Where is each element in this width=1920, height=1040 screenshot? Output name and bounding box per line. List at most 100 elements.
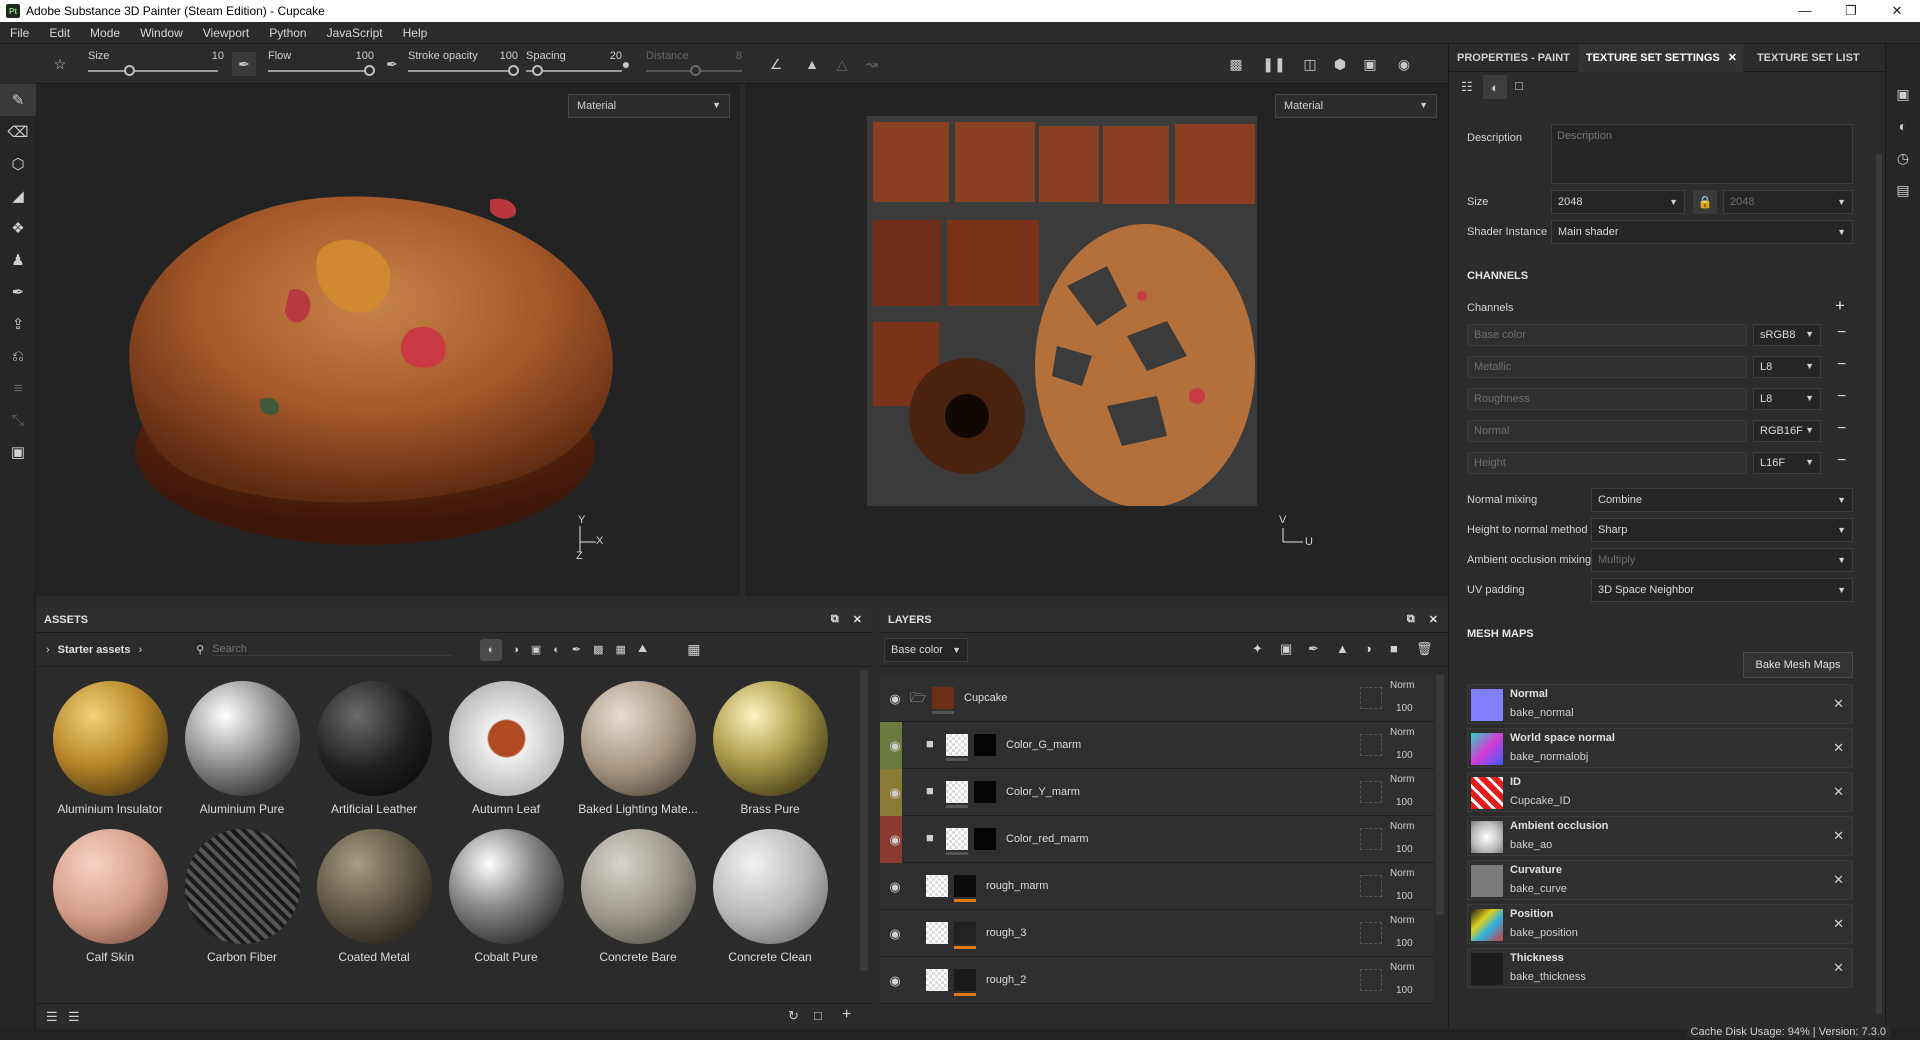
minimize-icon[interactable]: — xyxy=(1782,3,1828,19)
channel-format-select[interactable]: L16F ▼ xyxy=(1753,452,1821,474)
alignment-icon[interactable]: ∠ xyxy=(764,52,788,76)
layer-opacity[interactable]: 100 xyxy=(1396,750,1413,761)
screenshot-icon[interactable]: ▣ xyxy=(0,436,36,468)
mesh-map-row[interactable]: Ambient occlusion bake_ao ✕ xyxy=(1467,816,1853,856)
add-mask-icon[interactable]: ▣ xyxy=(1280,641,1292,657)
asset-item[interactable]: Coated Metal xyxy=(308,825,440,973)
viewport-2d[interactable]: Material ▼ V U xyxy=(745,84,1448,596)
remove-map-icon[interactable]: ✕ xyxy=(1833,784,1844,800)
add-effect-icon[interactable]: ✦ xyxy=(1252,641,1263,657)
menu-python[interactable]: Python xyxy=(259,26,316,40)
remove-map-icon[interactable]: ✕ xyxy=(1833,828,1844,844)
clone-stamp-icon[interactable]: ♟ xyxy=(0,244,36,276)
close-panel-icon[interactable]: ✕ xyxy=(1429,613,1438,626)
asset-item[interactable]: Concrete Bare xyxy=(572,825,704,973)
right-panel-scrollbar[interactable] xyxy=(1876,154,1882,1014)
add-smart-material-icon[interactable]: ◑ xyxy=(1364,641,1372,656)
remove-channel-icon[interactable]: − xyxy=(1837,356,1846,374)
eye-icon[interactable]: ◉ xyxy=(884,910,906,957)
bake-icon[interactable]: ⎌ xyxy=(0,340,36,372)
float-panel-icon[interactable]: ⧉ xyxy=(1407,613,1415,626)
layer-row[interactable]: ◉ ■ Color_Y_marm Norm 100 xyxy=(880,769,1434,816)
assets-breadcrumb[interactable]: Starter assets xyxy=(58,644,131,656)
view-mode-icon[interactable]: ◫ xyxy=(1298,52,1322,76)
asset-item[interactable]: Baked Lighting Mate... xyxy=(572,677,704,825)
stroke-opacity-slider[interactable]: Stroke opacity 100 xyxy=(408,48,522,80)
distance-knob[interactable] xyxy=(690,65,701,76)
flow-knob[interactable] xyxy=(364,65,375,76)
asset-item[interactable]: Aluminium Pure xyxy=(176,677,308,825)
menu-javascript[interactable]: JavaScript xyxy=(317,26,393,40)
tab-texture-set-list[interactable]: TEXTURE SET LIST xyxy=(1749,44,1868,72)
viewport-3d[interactable]: Material ▼ Y X Z xyxy=(36,84,740,596)
layer-blend-mode[interactable]: Norm xyxy=(1390,868,1414,879)
pause-icon[interactable]: ❚❚ xyxy=(1262,52,1286,76)
settings-icon[interactable]: ☷ xyxy=(1461,79,1473,95)
flow-slider[interactable]: Flow 100 xyxy=(268,48,378,80)
asset-item[interactable]: Concrete Clean xyxy=(704,825,836,973)
hide-icon[interactable]: ▩ xyxy=(1224,52,1248,76)
symmetry-icon[interactable]: ▲ xyxy=(800,52,824,76)
add-paint-layer-icon[interactable]: ✒ xyxy=(1308,641,1319,657)
filter-textures-icon[interactable]: ▩ xyxy=(593,643,603,656)
filter-alphas-icon[interactable]: ▦ xyxy=(616,643,626,656)
remove-channel-icon[interactable]: − xyxy=(1837,452,1846,470)
filter-brushes-icon[interactable]: ✒ xyxy=(572,643,581,656)
assets-search-input[interactable] xyxy=(212,643,453,656)
layer-blend-mode[interactable]: Norm xyxy=(1390,915,1414,926)
menu-file[interactable]: File xyxy=(0,26,39,40)
shader-icon[interactable]: ◐ xyxy=(1483,75,1507,99)
remove-map-icon[interactable]: ✕ xyxy=(1833,696,1844,712)
description-input[interactable] xyxy=(1551,124,1853,184)
layer-row[interactable]: ◉ ■ Color_red_marm Norm 100 xyxy=(880,816,1434,863)
close-panel-icon[interactable]: ✕ xyxy=(853,613,862,626)
assets-scrollbar[interactable] xyxy=(860,671,868,971)
chevron-right-icon[interactable]: › xyxy=(46,644,50,656)
export-icon[interactable]: ⇪ xyxy=(0,308,36,340)
layer-blend-mode[interactable]: Norm xyxy=(1390,680,1414,691)
eye-icon[interactable]: ◉ xyxy=(884,722,906,769)
filter-materials-icon[interactable]: ◐ xyxy=(480,638,503,661)
transform-icon[interactable]: ⤡ xyxy=(0,404,36,436)
remove-map-icon[interactable]: ✕ xyxy=(1833,960,1844,976)
filter-generators-icon[interactable]: ◐ xyxy=(553,644,560,656)
size-locked-select[interactable]: 2048 ▼ xyxy=(1723,190,1853,214)
menu-help[interactable]: Help xyxy=(393,26,438,40)
symmetry-axis-icon[interactable]: ↝ xyxy=(860,52,884,76)
menu-edit[interactable]: Edit xyxy=(39,26,80,40)
smudge-icon[interactable]: ❖ xyxy=(0,212,36,244)
filter-environments-icon[interactable]: ⛰ xyxy=(638,643,647,656)
asset-item[interactable]: Calf Skin xyxy=(44,825,176,973)
brush-preset-icon[interactable]: ☆ xyxy=(48,52,72,76)
add-channel-icon[interactable]: + xyxy=(1835,296,1845,316)
list-settings-icon[interactable]: ☰ xyxy=(46,1009,58,1025)
layer-blend-mode[interactable]: Norm xyxy=(1390,727,1414,738)
bake-mesh-maps-button[interactable]: Bake Mesh Maps xyxy=(1743,652,1853,678)
remove-map-icon[interactable]: ✕ xyxy=(1833,740,1844,756)
layer-row[interactable]: ◉ rough_2 Norm 100 xyxy=(880,957,1434,1004)
layer-row[interactable]: ◉ 🗁 Cupcake Norm 100 xyxy=(880,675,1434,722)
asset-item[interactable]: Artificial Leather xyxy=(308,677,440,825)
channel-format-select[interactable]: sRGB8 ▼ xyxy=(1753,324,1821,346)
height-normal-select[interactable]: Sharp ▼ xyxy=(1591,518,1853,542)
layer-row[interactable]: ◉ rough_marm Norm 100 xyxy=(880,863,1434,910)
size-slider[interactable]: Size 10 xyxy=(88,48,228,80)
mesh-map-row[interactable]: World space normal bake_normalobj ✕ xyxy=(1467,728,1853,768)
shader-select[interactable]: Main shader ▼ xyxy=(1551,220,1853,244)
eye-icon[interactable]: ◉ xyxy=(884,816,906,863)
layer-opacity[interactable]: 100 xyxy=(1396,797,1413,808)
mesh-map-row[interactable]: Curvature bake_curve ✕ xyxy=(1467,860,1853,900)
distance-slider[interactable]: Distance 8 xyxy=(646,48,746,80)
lazy-mouse-icon[interactable]: ● xyxy=(614,52,638,76)
projection-icon[interactable]: ⬡ xyxy=(0,148,36,180)
channel-format-select[interactable]: L8 ▼ xyxy=(1753,388,1821,410)
asset-item[interactable]: Autumn Leaf xyxy=(440,677,572,825)
stroke-opacity-knob[interactable] xyxy=(508,65,519,76)
delete-layer-icon[interactable]: 🗑 xyxy=(1416,641,1433,657)
spacing-slider[interactable]: Spacing 20 xyxy=(526,48,626,80)
asset-item[interactable]: Aluminium Insulator xyxy=(44,677,176,825)
remove-channel-icon[interactable]: − xyxy=(1837,324,1846,342)
add-folder-icon[interactable]: ■ xyxy=(1390,641,1398,656)
layer-opacity[interactable]: 100 xyxy=(1396,844,1413,855)
mesh-map-row[interactable]: Normal bake_normal ✕ xyxy=(1467,684,1853,724)
